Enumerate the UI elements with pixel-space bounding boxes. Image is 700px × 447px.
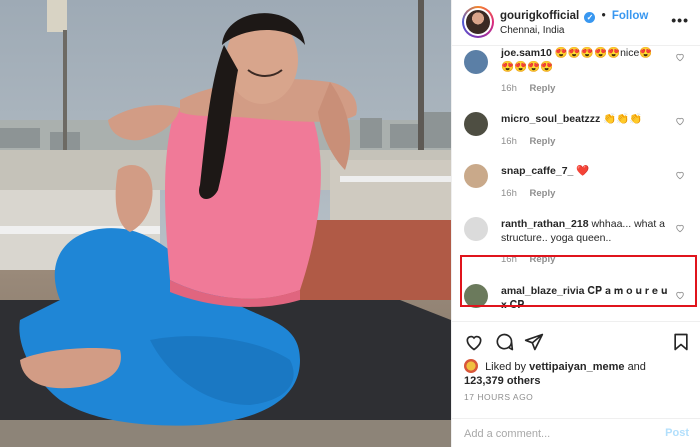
comment-time: 16h bbox=[501, 136, 517, 147]
post-actions: Liked by vettipaiyan_meme and 123,379 ot… bbox=[452, 321, 700, 447]
likes-summary: Liked by vettipaiyan_meme and 123,379 ot… bbox=[464, 359, 694, 388]
comment-time: 16h bbox=[501, 188, 517, 199]
author-username[interactable]: gourigkofficial bbox=[500, 10, 579, 22]
commenter-username[interactable]: ranth_rathan_218 bbox=[501, 218, 589, 230]
commenter-username[interactable]: joe.sam10 bbox=[501, 47, 552, 59]
likes-count[interactable]: 123,379 others bbox=[464, 375, 540, 387]
comment-body-cont: 😍😍😍😍 bbox=[501, 61, 554, 73]
comment-time: 16h bbox=[501, 83, 517, 94]
comment-text: joe.sam10 😍😍😍😍😍nice😍 😍😍😍😍 bbox=[501, 46, 671, 74]
more-options-icon[interactable]: ••• bbox=[671, 12, 689, 28]
comments-list[interactable]: joe.sam10 😍😍😍😍😍nice😍 😍😍😍😍 16h Reply micr… bbox=[452, 46, 700, 321]
post-location[interactable]: Chennai, India bbox=[500, 25, 565, 36]
post-side-panel: gourigkofficial ✓ • Follow Chennai, Indi… bbox=[451, 0, 700, 447]
comment-body: 😍😍😍😍😍nice😍 bbox=[554, 47, 653, 59]
comment-meta: 16h Reply bbox=[501, 83, 565, 94]
share-icon[interactable] bbox=[524, 332, 544, 352]
reply-button[interactable]: Reply bbox=[530, 136, 556, 147]
yoga-photo-illustration bbox=[0, 0, 451, 447]
heart-icon[interactable] bbox=[675, 116, 685, 126]
post-photo[interactable] bbox=[0, 0, 451, 447]
verified-badge-icon: ✓ bbox=[584, 12, 596, 23]
likes-joiner: and bbox=[627, 361, 646, 373]
comment-input[interactable] bbox=[464, 426, 654, 442]
comment-meta: 16h Reply bbox=[501, 188, 565, 199]
commenter-avatar[interactable] bbox=[464, 50, 488, 74]
highlight-box bbox=[460, 255, 697, 307]
liker-avatar[interactable] bbox=[464, 359, 478, 373]
post-header: gourigkofficial ✓ • Follow Chennai, Indi… bbox=[452, 0, 700, 46]
comment-body: 👏👏👏 bbox=[603, 113, 643, 125]
commenter-avatar[interactable] bbox=[464, 217, 488, 241]
heart-icon[interactable] bbox=[464, 332, 484, 352]
heart-icon[interactable] bbox=[675, 52, 685, 62]
commenter-username[interactable]: micro_soul_beatzzz bbox=[501, 113, 600, 125]
heart-icon[interactable] bbox=[675, 223, 685, 233]
bookmark-icon[interactable] bbox=[671, 332, 691, 352]
comment-meta: 16h Reply bbox=[501, 136, 565, 147]
reply-button[interactable]: Reply bbox=[530, 83, 556, 94]
author-line: gourigkofficial ✓ • Follow bbox=[500, 10, 648, 23]
heart-icon[interactable] bbox=[675, 170, 685, 180]
commenter-avatar[interactable] bbox=[464, 112, 488, 136]
likes-prefix: Liked by bbox=[485, 361, 527, 373]
author-avatar[interactable] bbox=[462, 6, 494, 38]
post-timestamp[interactable]: 17 HOURS AGO bbox=[464, 392, 533, 402]
comment-text: ranth_rathan_218 whhaa... what a structu… bbox=[501, 217, 671, 245]
follow-button[interactable]: Follow bbox=[612, 10, 648, 22]
commenter-avatar[interactable] bbox=[464, 164, 488, 188]
commenter-username[interactable]: snap_caffe_7_ bbox=[501, 165, 573, 177]
comment-text: micro_soul_beatzzz 👏👏👏 bbox=[501, 112, 671, 126]
comment-composer: Post bbox=[452, 418, 700, 447]
post-comment-button[interactable]: Post bbox=[665, 427, 689, 439]
comment-icon[interactable] bbox=[494, 332, 514, 352]
comment-body: ❤️ bbox=[576, 165, 590, 177]
separator-dot: • bbox=[601, 10, 606, 22]
liker-username[interactable]: vettipaiyan_meme bbox=[529, 361, 624, 373]
comment-text: snap_caffe_7_ ❤️ bbox=[501, 164, 671, 178]
reply-button[interactable]: Reply bbox=[530, 188, 556, 199]
